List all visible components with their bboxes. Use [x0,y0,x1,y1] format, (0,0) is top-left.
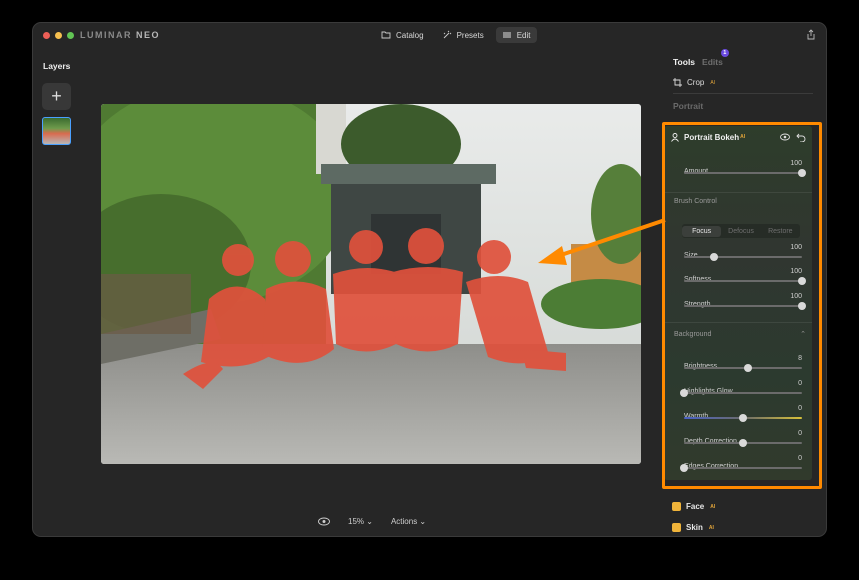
skin-tool[interactable]: Skin AI [672,523,714,532]
top-navigation: Catalog Presets Edit [375,27,537,43]
face-icon [672,502,681,511]
highlight-frame [662,122,822,489]
close-window-button[interactable] [43,32,50,39]
bottom-toolbar: 15% ⌄ Actions ⌄ [318,517,426,526]
maximize-window-button[interactable] [67,32,74,39]
layer-thumbnail[interactable] [42,117,71,145]
actions-dropdown[interactable]: Actions ⌄ [391,517,426,526]
layers-title: Layers [43,61,71,71]
tab-tools[interactable]: Tools [673,57,695,67]
presets-icon [443,30,451,39]
catalog-button[interactable]: Catalog [375,27,430,43]
zoom-dropdown[interactable]: 15% ⌄ [348,517,373,526]
presets-button[interactable]: Presets [436,27,490,43]
photo-canvas[interactable] [101,104,641,464]
minimize-window-button[interactable] [55,32,62,39]
edit-label: Edit [516,30,531,40]
face-tool[interactable]: Face AI [672,502,715,511]
tab-edits[interactable]: Edits 1 [702,49,729,67]
presets-label: Presets [456,30,484,40]
portrait-section-heading: Portrait [673,101,704,111]
add-layer-button[interactable]: + [42,83,71,110]
catalog-label: Catalog [396,30,424,40]
sliders-icon [502,32,511,38]
crop-icon [673,78,682,87]
edits-count-badge: 1 [720,49,729,57]
photo-image [101,104,641,464]
share-icon[interactable] [806,29,816,40]
folder-icon [381,31,391,39]
app-logo: LUMINAR NEO [80,30,161,40]
crop-tool[interactable]: Crop AI [673,78,715,87]
tools-tabs: Tools Edits 1 [673,49,729,67]
eye-icon[interactable] [318,517,330,526]
edit-button[interactable]: Edit [495,27,537,43]
annotation-arrow [538,218,666,265]
divider [673,93,813,94]
skin-icon [672,523,681,532]
titlebar: LUMINAR NEO Catalog Presets Edit [33,23,826,47]
